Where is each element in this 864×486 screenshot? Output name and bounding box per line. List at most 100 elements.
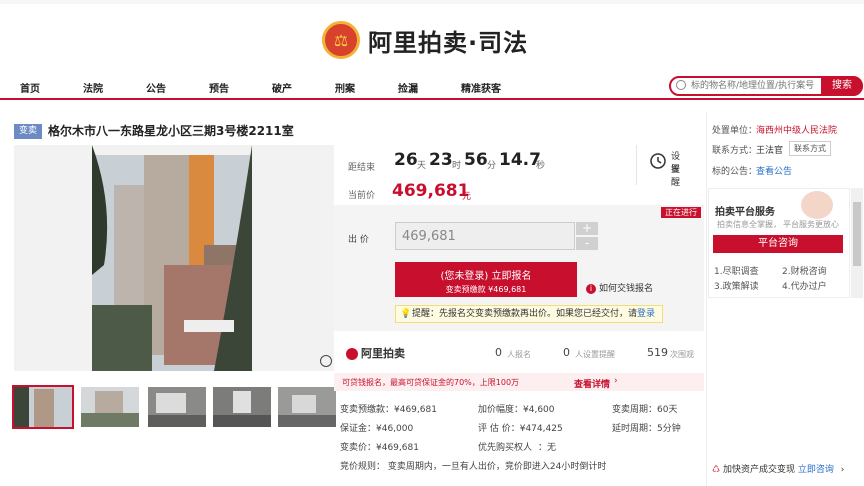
loan-promo: 可贷钱报名，最高可贷保证金的70%，上限100万 查看详情 › [334, 373, 704, 391]
nav-item-notices[interactable]: 公告 [146, 80, 166, 95]
how-to-pay-text: 如何交钱报名 [599, 284, 654, 294]
detail-guarantee: 保证金：¥46,000 [340, 424, 414, 434]
detail-delay: 延时周期：5分钟 [612, 424, 681, 434]
detail-deposit: 变卖预缴款：¥469,681 [340, 405, 437, 415]
bid-decrease-button[interactable]: - [576, 237, 598, 250]
thumbnail-4[interactable] [213, 387, 271, 427]
contact-name: 王法官 [756, 146, 784, 156]
item-title: 格尔木市八一东路星龙小区三期3号楼2211室 [48, 124, 294, 138]
search-input[interactable] [691, 79, 817, 93]
court-name[interactable]: 海西州中级人民法院 [756, 123, 837, 136]
thumbnail-5[interactable] [278, 387, 336, 427]
detail-bid-rules: 竞价规则： 变卖周期内，一旦有人出价，竞价即进入24小时倒计时 [340, 462, 607, 472]
detail-appraisal: 评 估 价：¥474,425 [478, 424, 563, 434]
court-label: 处置单位： [712, 126, 758, 136]
thumbnail-1[interactable] [12, 385, 74, 429]
footer-link[interactable]: 立即咨询 [798, 465, 834, 475]
promo-details-link[interactable]: 查看详情 [574, 377, 610, 390]
nav-item-bankruptcy[interactable]: 破产 [272, 80, 292, 95]
search-bar: 搜索 [669, 76, 863, 96]
bid-increase-button[interactable]: + [576, 222, 598, 235]
countdown-days: 26 [394, 150, 418, 170]
contact-button[interactable]: 联系方式 [789, 141, 831, 156]
remind-line2: 提醒 [671, 165, 681, 188]
countdown-days-unit: 天 [417, 161, 427, 171]
promo-text: 可贷钱报名，最高可贷保证金的70%，上限100万 [342, 378, 520, 387]
service-item-4[interactable]: 4.代办过户 [782, 279, 827, 292]
countdown-hours-unit: 时 [452, 161, 462, 171]
nav-item-home[interactable]: 首页 [20, 80, 40, 95]
service-title: 拍卖平台服务 [715, 207, 775, 218]
detail-period: 变卖周期：60天 [612, 405, 678, 415]
nav-item-leads[interactable]: 精准获客 [461, 80, 501, 95]
consult-icon: ♺ [712, 465, 721, 475]
detail-priority-value: ：无 [538, 443, 557, 453]
view-count: 519 [647, 346, 668, 359]
consult-button[interactable]: 平台咨询 [713, 235, 843, 253]
service-item-3[interactable]: 3.政策解读 [714, 279, 759, 292]
nav-item-preview[interactable]: 预告 [209, 80, 229, 95]
detail-sale-price: 变卖价：¥469,681 [340, 443, 419, 453]
chevron-right-icon: › [840, 465, 845, 475]
countdown-seconds: 14.7 [499, 150, 541, 170]
lightbulb-icon: 💡 [400, 309, 412, 319]
tip-text: 提醒：先报名交变卖预缴款再出价。如果您已经交付，请 [412, 309, 638, 319]
how-to-pay-link[interactable]: i 如何交钱报名 [586, 281, 653, 294]
aliauction-logo-icon [346, 348, 358, 360]
current-price: 469,681 [392, 181, 470, 201]
countdown-hours: 23 [429, 150, 453, 170]
thumbnail-3[interactable] [148, 387, 206, 427]
bid-label: 出 价 [348, 235, 369, 245]
chevron-right-icon: › [614, 376, 618, 386]
set-reminder-button[interactable]: 设置 提醒 [636, 145, 680, 188]
contact-label: 联系方式： [712, 146, 758, 156]
detail-increment: 加价幅度：¥4,600 [478, 405, 555, 415]
signup-label: (您未登录) 立即报名 [440, 271, 532, 282]
service-sub2: 平台服务更放心 [783, 220, 839, 229]
tip-banner: 💡 提醒：先报名交变卖预缴款再出价。如果您已经交付，请登录 [395, 305, 663, 323]
signup-deposit: 变卖预缴款 ¥469,681 [445, 285, 527, 294]
price-label: 当前价 [348, 191, 376, 201]
site-logo[interactable]: ⚖ 阿里拍卖·司法 [322, 18, 528, 62]
aliauction-brand: 阿里拍卖 [346, 345, 405, 361]
service-sub1: 拍卖信息全掌握， [717, 220, 781, 229]
main-photo[interactable] [14, 145, 334, 371]
footer-text: 加快资产成交变现 [722, 465, 795, 475]
signup-count: 0 [495, 346, 502, 359]
countdown-label: 距结束 [348, 163, 376, 173]
scrollbar-thumb[interactable] [853, 202, 861, 266]
notice-label: 标的公告： [712, 167, 758, 177]
service-agent-avatar [801, 191, 833, 219]
signup-count-label: 人报名 [507, 350, 531, 359]
top-band [0, 0, 864, 4]
countdown-minutes: 56 [464, 150, 488, 170]
view-count-label: 次围观 [670, 350, 694, 359]
logo-text: 阿里拍卖·司法 [368, 28, 529, 57]
login-link[interactable]: 登录 [637, 309, 655, 319]
service-item-2[interactable]: 2.财税咨询 [782, 264, 827, 277]
signup-button[interactable]: (您未登录) 立即报名 变卖预缴款 ¥469,681 [395, 262, 577, 297]
thumbnail-2[interactable] [81, 387, 139, 427]
search-icon [676, 80, 686, 90]
reminder-count: 0 [563, 346, 570, 359]
detail-priority-label: 优先购买权人 [478, 443, 533, 453]
countdown-seconds-unit: 秒 [536, 161, 546, 171]
notice-link[interactable]: 查看公告 [756, 164, 792, 177]
nav-item-bargain[interactable]: 捡漏 [398, 80, 418, 95]
scrollbar[interactable] [851, 188, 863, 298]
court-emblem-icon: ⚖ [322, 21, 360, 59]
price-unit: 元 [462, 192, 472, 202]
service-item-1[interactable]: 1.尽职调查 [714, 264, 759, 277]
nav-item-courts[interactable]: 法院 [83, 80, 103, 95]
reminder-count-label: 人设置提醒 [575, 350, 615, 359]
info-icon: i [586, 284, 596, 294]
alarm-clock-icon [650, 153, 666, 169]
nav-item-criminal[interactable]: 刑案 [335, 80, 355, 95]
search-button[interactable]: 搜索 [821, 76, 863, 96]
zoom-icon[interactable] [320, 355, 332, 367]
asset-consult-footer[interactable]: ♺ 加快资产成交变现 立即咨询 › [712, 462, 844, 475]
status-badge: 正在进行 [661, 207, 701, 218]
bid-input[interactable]: 469,681 [395, 222, 575, 250]
sale-type-badge: 变卖 [14, 124, 42, 139]
countdown-minutes-unit: 分 [487, 161, 497, 171]
